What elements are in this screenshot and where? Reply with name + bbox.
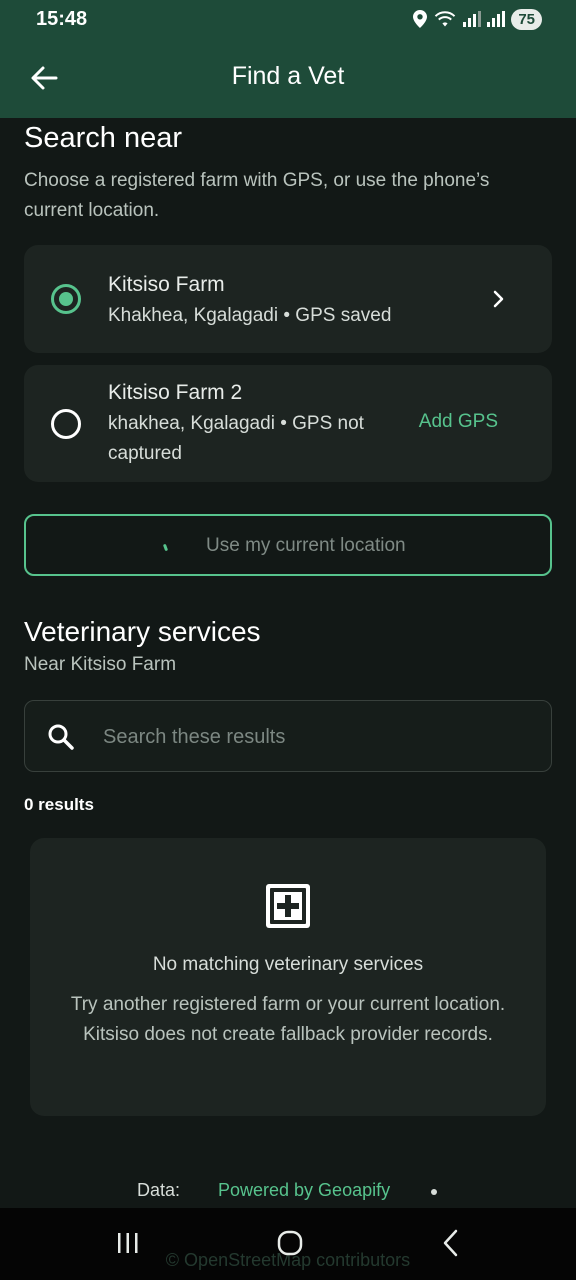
status-time: 15:48 — [36, 8, 88, 30]
signal-icon — [463, 11, 482, 27]
system-nav-bar: © OpenStreetMap contributors — [0, 1208, 576, 1280]
separator-dot — [431, 1189, 437, 1195]
app-bar: Find a Vet — [0, 38, 576, 118]
add-gps-button[interactable]: Add GPS — [419, 411, 498, 433]
search-icon — [48, 724, 74, 750]
location-icon — [413, 10, 428, 28]
data-label: Data: — [137, 1180, 181, 1200]
results-count: 0 results — [24, 795, 94, 814]
wifi-icon — [435, 11, 456, 27]
results-search-box[interactable] — [24, 700, 552, 772]
battery-level: 75 — [511, 8, 542, 30]
services-heading: Veterinary services — [24, 616, 261, 647]
empty-state-card: No matching veterinary services Try anot… — [30, 838, 546, 1116]
farm-detail: Khakhea, Kgalagadi • GPS saved — [108, 305, 392, 326]
page-title: Find a Vet — [231, 62, 345, 90]
use-current-location-button[interactable]: Use my current location — [24, 514, 552, 576]
search-near-heading: Search near — [24, 122, 182, 154]
status-icons: 75 — [413, 7, 542, 31]
chevron-right-icon[interactable] — [488, 289, 508, 309]
signal-icon-2 — [487, 11, 506, 27]
back-nav-icon[interactable] — [432, 1226, 472, 1260]
services-subheading: Near Kitsiso Farm — [24, 654, 177, 675]
farm-name: Kitsiso Farm — [108, 273, 225, 296]
radio-selected-icon[interactable] — [51, 284, 81, 314]
medical-plus-icon — [266, 884, 310, 928]
loading-spinner-icon — [162, 543, 169, 552]
search-near-description: Choose a registered farm with GPS, or us… — [24, 170, 490, 221]
home-icon[interactable] — [270, 1226, 310, 1260]
empty-state-text: Try another registered farm or your curr… — [70, 994, 506, 1045]
search-input[interactable] — [103, 717, 523, 757]
data-attribution: Data: Powered by Geoapify — [0, 1180, 576, 1208]
use-current-location-label: Use my current location — [206, 535, 406, 556]
farm-option-kitsiso-farm[interactable]: Kitsiso Farm Khakhea, Kgalagadi • GPS sa… — [24, 245, 552, 353]
radio-unselected-icon[interactable] — [51, 409, 81, 439]
status-bar: 15:48 75 — [0, 0, 576, 38]
geoapify-link[interactable]: Powered by Geoapify — [218, 1180, 390, 1201]
farm-detail: khakhea, Kgalagadi • GPS not captured — [108, 413, 364, 464]
farm-option-kitsiso-farm-2[interactable]: Kitsiso Farm 2 khakhea, Kgalagadi • GPS … — [24, 365, 552, 482]
empty-state-title: No matching veterinary services — [152, 954, 424, 975]
farm-name: Kitsiso Farm 2 — [108, 381, 243, 404]
recent-apps-icon[interactable] — [108, 1226, 148, 1260]
